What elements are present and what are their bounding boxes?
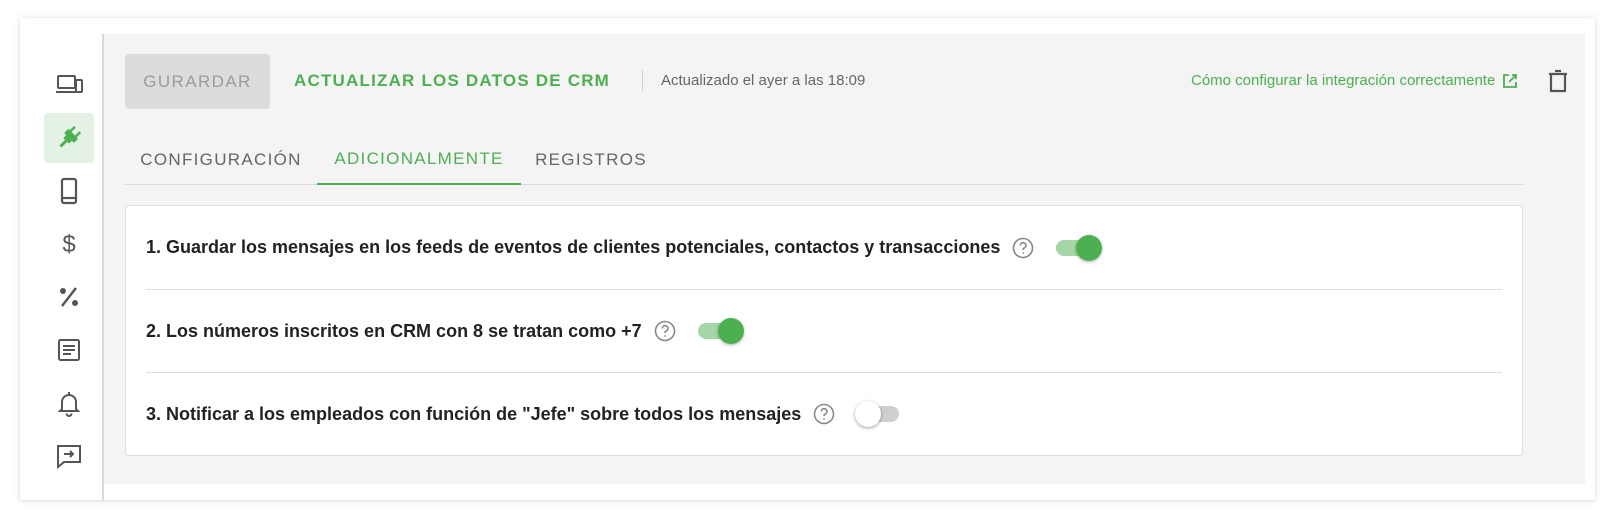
percent-icon: [60, 287, 78, 307]
phone-icon: [60, 177, 78, 205]
bell-icon: [57, 392, 81, 417]
document-icon: [58, 339, 80, 361]
external-link-icon: [1503, 74, 1518, 88]
tab-configuracion[interactable]: CONFIGURACIÓN: [125, 134, 317, 185]
option-label: 3. Notificar a los empleados con función…: [146, 403, 802, 424]
option-label: 2. Los números inscritos en CRM con 8 se…: [146, 320, 642, 341]
tab-registros[interactable]: REGISTROS: [521, 134, 661, 185]
option-row: 1. Guardar los mensajes en los feeds de …: [146, 206, 1502, 289]
option-toggle[interactable]: [855, 400, 903, 428]
toolbar-divider: [642, 70, 643, 92]
last-updated-text: Actualizado el ayer a las 18:09: [661, 72, 866, 89]
update-crm-data-button[interactable]: ACTUALIZAR LOS DATOS DE CRM: [294, 66, 610, 96]
svg-text:$: $: [62, 231, 75, 258]
settings-tabs: CONFIGURACIÓN ADICIONALMENTE REGISTROS: [125, 134, 1523, 185]
help-circle-icon[interactable]: [1011, 236, 1035, 260]
sidebar-item-billing[interactable]: $: [44, 219, 94, 269]
integration-window: $ GURARDAR ACTUALIZAR LOS DATOS DE CRM A…: [20, 18, 1595, 500]
devices-icon: [56, 75, 83, 93]
toggle-knob: [717, 318, 744, 344]
tab-adicionalmente[interactable]: ADICIONALMENTE: [317, 134, 521, 185]
setup-help-link-label: Cómo configurar la integración correctam…: [1191, 72, 1496, 89]
sidebar-item-phone[interactable]: [44, 166, 94, 216]
additional-settings-card: 1. Guardar los mensajes en los feeds de …: [125, 205, 1523, 456]
toggle-knob: [1076, 234, 1103, 261]
setup-help-link[interactable]: Cómo configurar la integración correctam…: [1191, 70, 1519, 92]
sidebar-item-integration[interactable]: [44, 113, 94, 163]
dollar-icon: $: [62, 231, 75, 258]
delete-integration-button[interactable]: [1544, 67, 1572, 95]
option-toggle[interactable]: [696, 317, 744, 345]
sidebar-item-discounts[interactable]: [44, 272, 94, 322]
sidebar-item-documents[interactable]: [44, 325, 94, 375]
option-label: 1. Guardar los mensajes en los feeds de …: [146, 237, 1001, 257]
sidebar-item-messages[interactable]: [44, 431, 94, 481]
plug-icon: [59, 125, 82, 148]
trash-icon: [1549, 69, 1567, 93]
sidebar-item-devices[interactable]: [44, 60, 94, 110]
help-circle-icon[interactable]: [653, 319, 677, 343]
integration-panel: GURARDAR ACTUALIZAR LOS DATOS DE CRM Act…: [104, 34, 1585, 484]
save-button[interactable]: GURARDAR: [125, 54, 270, 109]
sidebar: $: [20, 34, 104, 500]
option-toggle[interactable]: [1054, 234, 1103, 262]
sidebar-item-notifications[interactable]: [44, 378, 94, 428]
help-circle-icon[interactable]: [812, 402, 836, 426]
message-forward-icon: [57, 445, 81, 470]
toggle-knob: [855, 401, 882, 427]
option-row: 3. Notificar a los empleados con función…: [146, 372, 1502, 455]
option-row: 2. Los números inscritos en CRM con 8 se…: [146, 289, 1502, 372]
